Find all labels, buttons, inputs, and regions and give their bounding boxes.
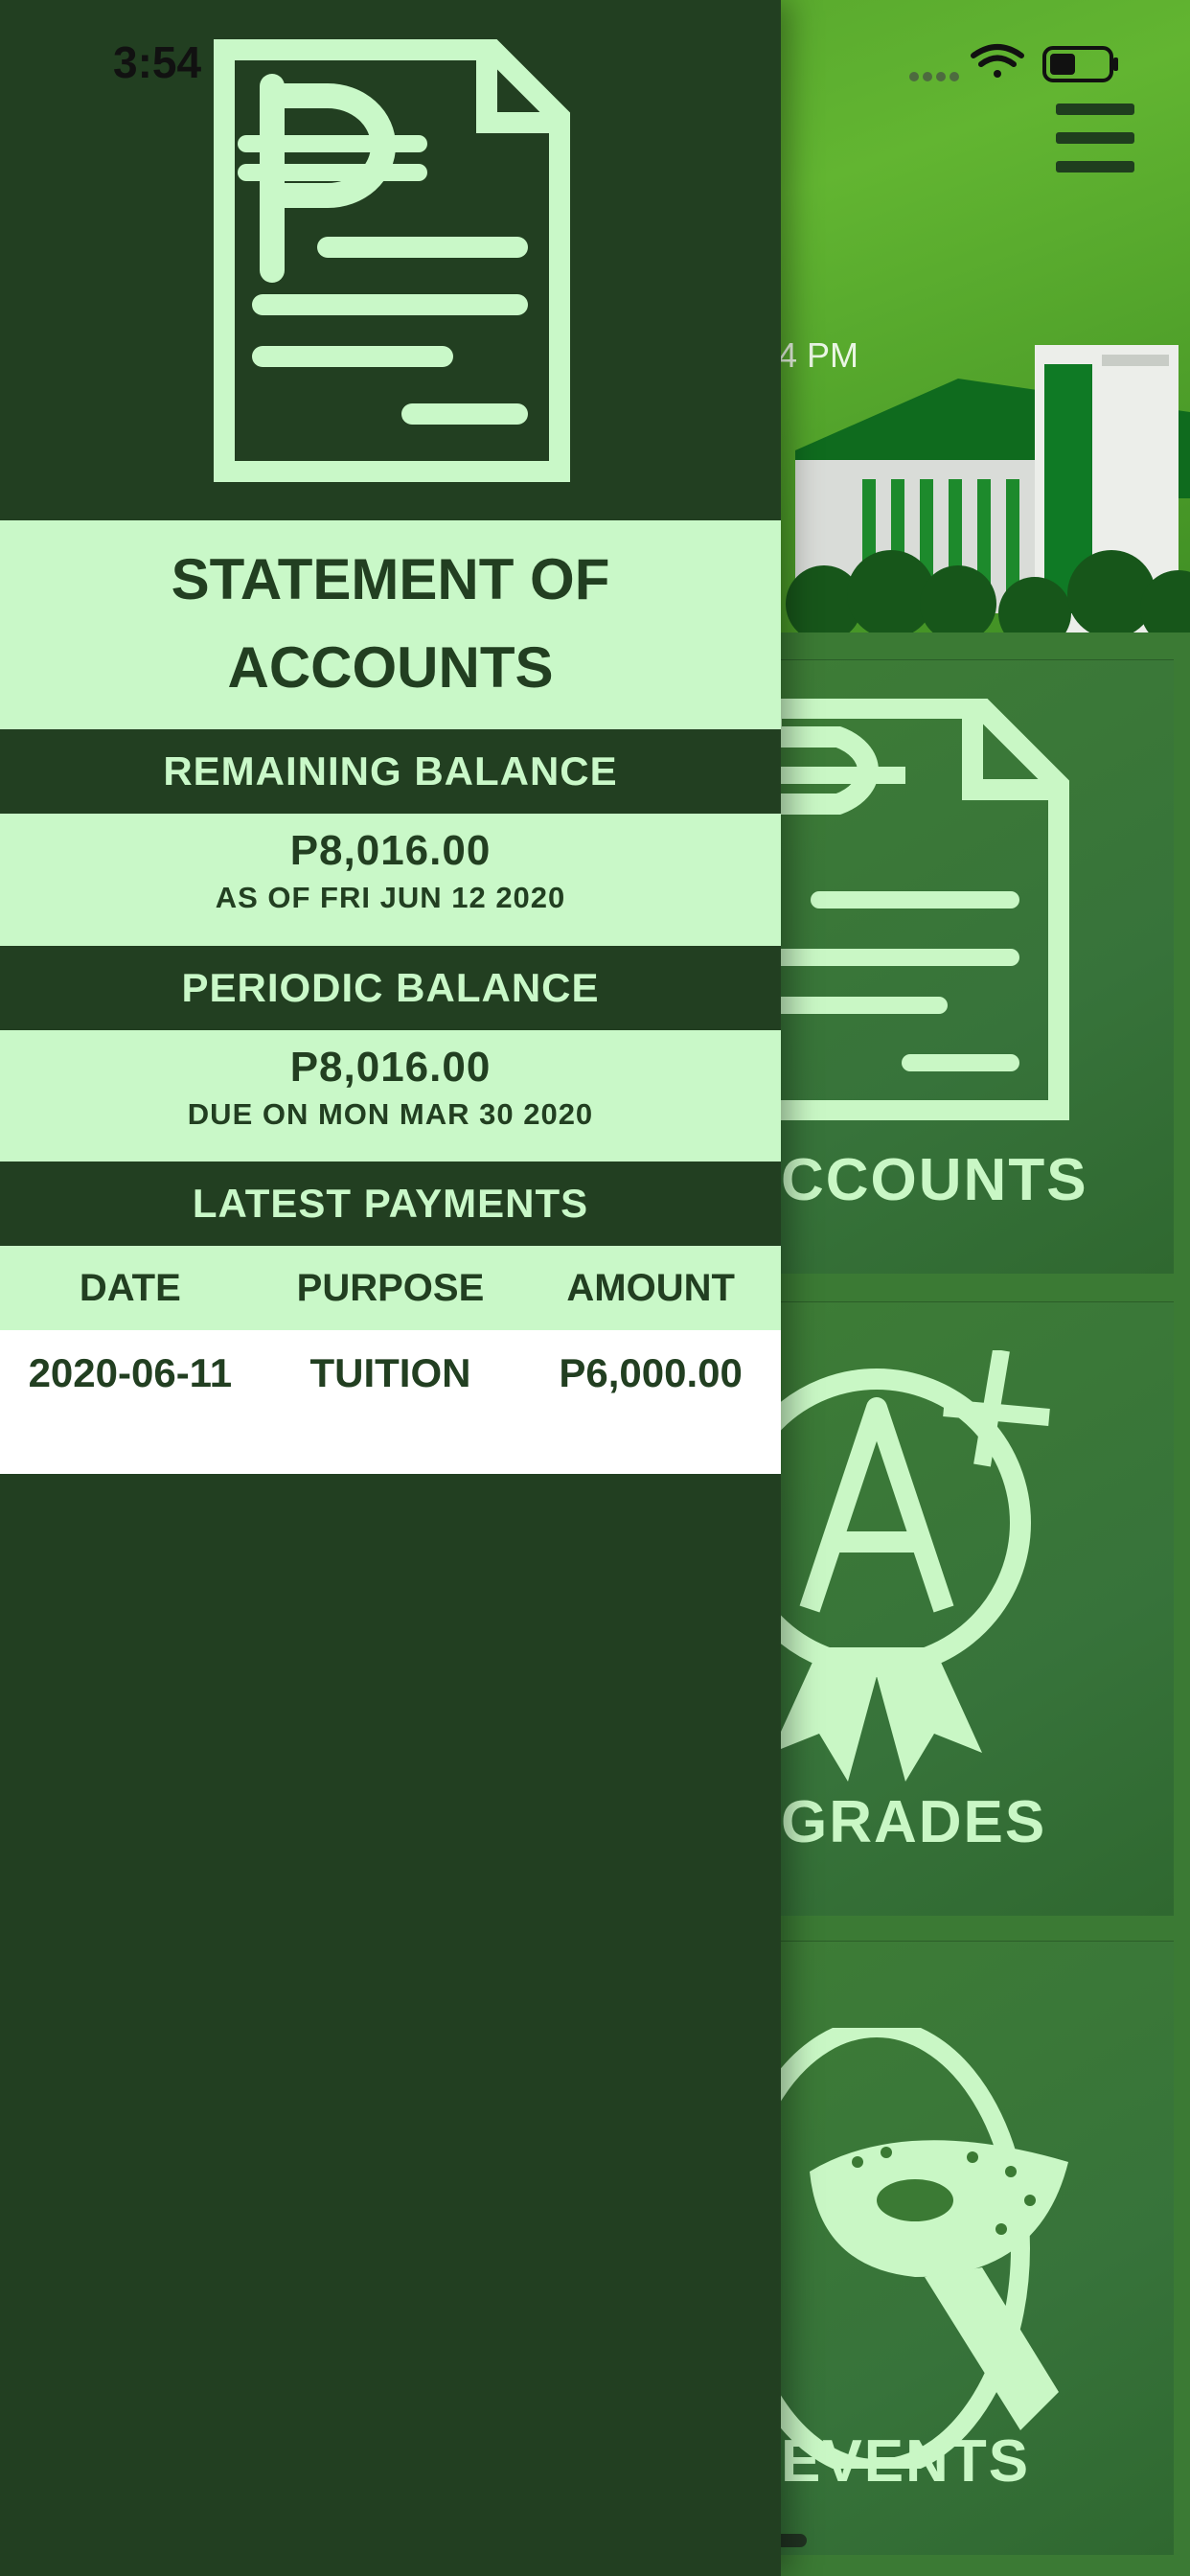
card-accounts[interactable]: CCOUNTS bbox=[781, 659, 1174, 1274]
periodic-balance-header: PERIODIC BALANCE bbox=[0, 946, 781, 1030]
hamburger-menu-icon[interactable] bbox=[1056, 104, 1134, 190]
carnival-mask-icon bbox=[781, 2028, 1068, 2469]
payments-table-header: DATE PURPOSE AMOUNT bbox=[0, 1246, 781, 1330]
signal-icon bbox=[909, 72, 959, 81]
card-label: EVENTS bbox=[781, 2428, 1031, 2495]
card-events[interactable]: EVENTS bbox=[781, 1941, 1174, 2555]
payment-date: 2020-06-11 bbox=[28, 1350, 233, 1395]
card-grades[interactable]: GRADES bbox=[781, 1301, 1174, 1916]
peso-document-icon bbox=[781, 699, 1069, 1120]
remaining-balance-date: AS OF FRI JUN 12 2020 bbox=[215, 881, 566, 914]
latest-payments-header: LATEST PAYMENTS bbox=[0, 1162, 781, 1246]
column-header-date: DATE bbox=[79, 1266, 181, 1309]
table-row: 2020-06-11 TUITION P6,000.00 bbox=[0, 1330, 781, 1474]
wifi-icon bbox=[971, 44, 1024, 78]
remaining-balance-header: REMAINING BALANCE bbox=[0, 729, 781, 814]
grade-a-plus-icon bbox=[781, 1350, 1050, 1782]
periodic-balance-block: P8,016.00 DUE ON MON MAR 30 2020 bbox=[0, 1030, 781, 1162]
battery-icon bbox=[1042, 46, 1118, 82]
card-label: CCOUNTS bbox=[781, 1147, 1088, 1213]
periodic-balance-due: DUE ON MON MAR 30 2020 bbox=[187, 1097, 594, 1131]
periodic-balance-amount: P8,016.00 bbox=[289, 1044, 492, 1091]
column-header-purpose: PURPOSE bbox=[296, 1266, 485, 1309]
remaining-balance-amount: P8,016.00 bbox=[289, 827, 492, 874]
status-icons bbox=[906, 42, 1127, 89]
card-label: GRADES bbox=[781, 1789, 1047, 1855]
payment-purpose: TUITION bbox=[309, 1350, 471, 1395]
status-bar-time: 3:54 bbox=[113, 37, 202, 87]
statement-drawer: STATEMENT OF ACCOUNTS REMAINING BALANCE … bbox=[0, 0, 781, 2576]
drawer-title: STATEMENT OF ACCOUNTS bbox=[0, 520, 781, 729]
peso-document-icon bbox=[214, 39, 570, 482]
drawer-title-text: STATEMENT OF ACCOUNTS bbox=[171, 547, 610, 700]
payment-amount: P6,000.00 bbox=[559, 1350, 743, 1395]
column-header-amount: AMOUNT bbox=[566, 1266, 735, 1309]
remaining-balance-block: P8,016.00 AS OF FRI JUN 12 2020 bbox=[0, 814, 781, 946]
